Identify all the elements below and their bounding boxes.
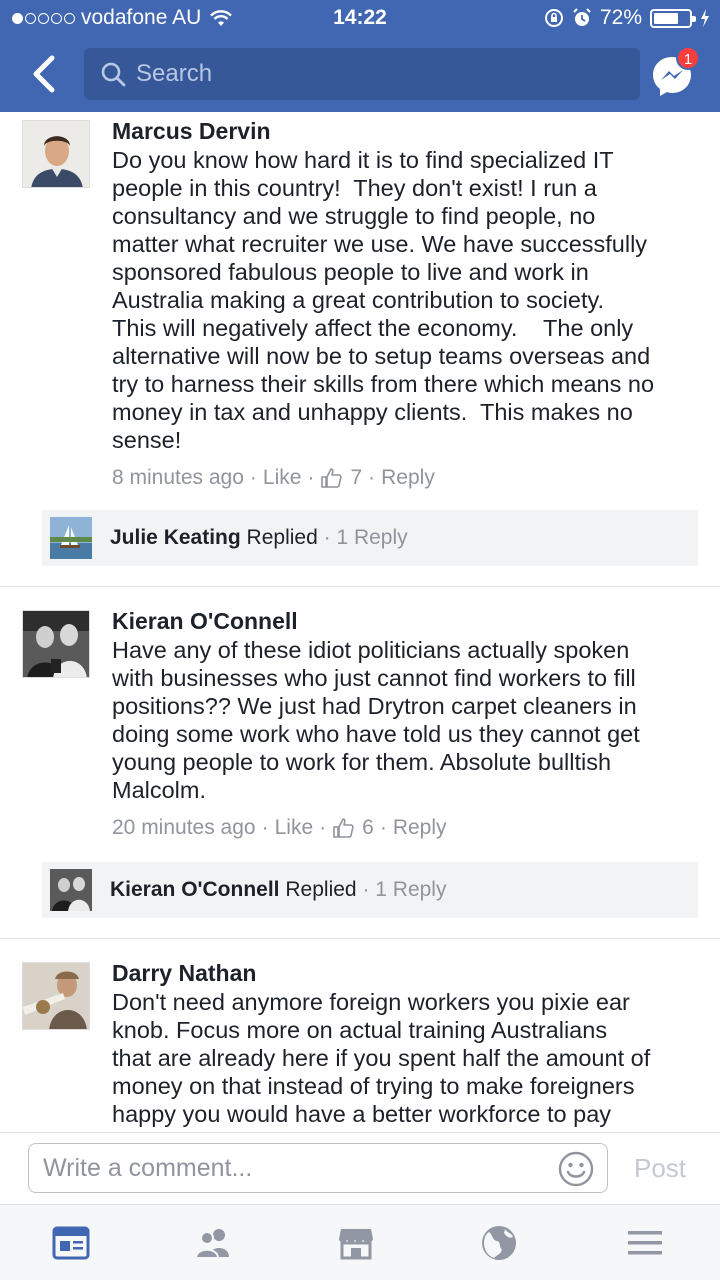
post-button[interactable]: Post (634, 1153, 686, 1184)
globe-icon[interactable] (479, 1223, 519, 1263)
comment-composer: Write a comment... Post (0, 1132, 720, 1204)
reply-author: Julie Keating (110, 526, 241, 549)
like-button[interactable]: Like (275, 816, 314, 840)
comment-author[interactable]: Darry Nathan (112, 958, 708, 988)
thumbs-up-icon (321, 468, 343, 488)
comment-text: Have any of these idiot politicians actu… (112, 637, 640, 803)
reply-button[interactable]: Reply (381, 466, 435, 490)
avatar[interactable] (22, 962, 90, 1030)
comment-time[interactable]: 20 minutes ago (112, 816, 256, 840)
replied-label: Replied (285, 878, 357, 901)
comment-body: Marcus Dervin Do you know how hard it is… (112, 116, 708, 490)
reply-count: 1 Reply (336, 526, 408, 549)
back-button[interactable] (26, 54, 62, 94)
reply-summary-text: Kieran O'Connell Replied · 1 Reply (110, 878, 447, 901)
comments-list: Marcus Dervin Do you know how hard it is… (0, 112, 720, 1132)
bottom-tab-bar (0, 1204, 720, 1280)
avatar[interactable] (22, 610, 90, 678)
reply-author: Kieran O'Connell (110, 878, 280, 901)
like-count: 7 (350, 466, 363, 489)
search-placeholder: Search (136, 60, 213, 87)
reply-avatar (50, 517, 92, 559)
reply-summary-text: Julie Keating Replied · 1 Reply (110, 526, 408, 549)
status-right: 72% (544, 6, 710, 30)
comment-text: Do you know how hard it is to find speci… (112, 147, 655, 453)
reply-count: 1 Reply (375, 878, 447, 901)
menu-icon[interactable] (625, 1223, 665, 1263)
like-count: 6 (362, 816, 374, 839)
friends-icon[interactable] (193, 1223, 233, 1263)
status-bar: vodafone AU 14:22 72% (0, 0, 720, 38)
top-bar: vodafone AU 14:22 72% Search 1 (0, 0, 720, 112)
comment-time[interactable]: 8 minutes ago (112, 466, 244, 490)
avatar[interactable] (22, 120, 90, 188)
comment-placeholder: Write a comment... (43, 1154, 253, 1182)
like-button[interactable]: Like (263, 466, 302, 490)
divider (0, 938, 720, 939)
marketplace-icon[interactable] (336, 1223, 376, 1263)
comment-input[interactable]: Write a comment... (28, 1143, 608, 1193)
comment-body: Kieran O'Connell Have any of these idiot… (112, 606, 708, 840)
comment-author[interactable]: Marcus Dervin (112, 116, 708, 146)
replied-label: Replied (246, 526, 318, 549)
replies-summary[interactable]: Julie Keating Replied · 1 Reply (42, 510, 698, 566)
battery-percent: 72% (599, 6, 642, 29)
news-feed-icon[interactable] (51, 1223, 91, 1263)
comment-body: Darry Nathan Don't need anymore foreign … (112, 958, 708, 1132)
comment-meta: 8 minutes ago · Like · 7 · Reply (112, 466, 435, 490)
comment-meta: 20 minutes ago · Like · 6 · Reply (112, 816, 447, 840)
messenger-badge: 1 (676, 46, 700, 70)
alarm-icon (573, 8, 591, 26)
divider (0, 586, 720, 587)
emoji-icon[interactable] (557, 1150, 595, 1188)
thumbs-up-icon (333, 818, 354, 838)
search-icon (101, 62, 126, 87)
replies-summary[interactable]: Kieran O'Connell Replied · 1 Reply (42, 862, 698, 918)
search-input[interactable]: Search (84, 48, 640, 100)
comment-author[interactable]: Kieran O'Connell (112, 606, 708, 636)
reply-avatar (50, 869, 92, 911)
reply-button[interactable]: Reply (393, 816, 447, 840)
rotation-lock-icon (544, 9, 563, 27)
comment-text: Don't need anymore foreign workers you p… (112, 989, 651, 1132)
charging-icon (701, 9, 709, 27)
battery-icon (650, 8, 696, 28)
